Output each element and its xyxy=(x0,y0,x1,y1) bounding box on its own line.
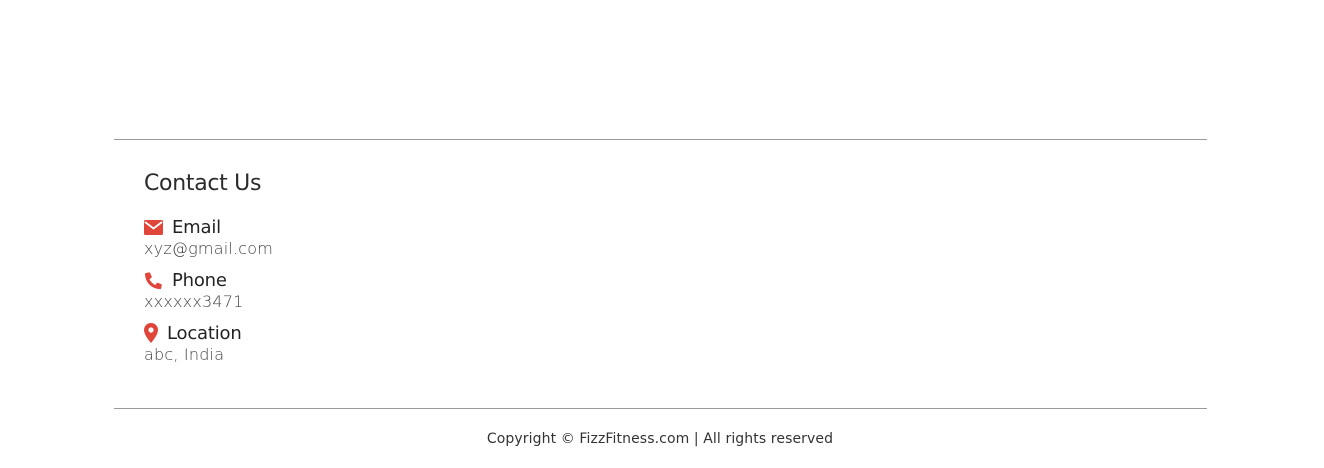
phone-icon xyxy=(144,271,163,290)
email-label: Email xyxy=(172,216,221,238)
contact-item-phone: Phone xxxxxx3471 xyxy=(144,269,273,313)
copyright-text: Copyright © FizzFitness.com | All rights… xyxy=(486,431,834,447)
contact-item-email-header: Email xyxy=(144,216,273,238)
phone-value[interactable]: xxxxxx3471 xyxy=(144,291,273,313)
envelope-icon xyxy=(144,219,163,235)
contact-item-email: Email xyz@gmail.com xyxy=(144,216,273,260)
location-label: Location xyxy=(167,322,242,344)
contact-item-location: Location abc, India xyxy=(144,322,273,366)
phone-label: Phone xyxy=(172,269,227,291)
email-value[interactable]: xyz@gmail.com xyxy=(144,238,273,260)
top-divider xyxy=(114,139,1207,140)
map-marker-icon xyxy=(144,323,158,343)
contact-title: Contact Us xyxy=(144,171,262,196)
contact-item-location-header: Location xyxy=(144,322,273,344)
bottom-divider xyxy=(114,408,1207,409)
contact-section: Contact Us Email xyz@gmail.com Phone xxx… xyxy=(144,168,273,375)
location-value: abc, India xyxy=(144,345,225,364)
contact-item-phone-header: Phone xyxy=(144,269,273,291)
